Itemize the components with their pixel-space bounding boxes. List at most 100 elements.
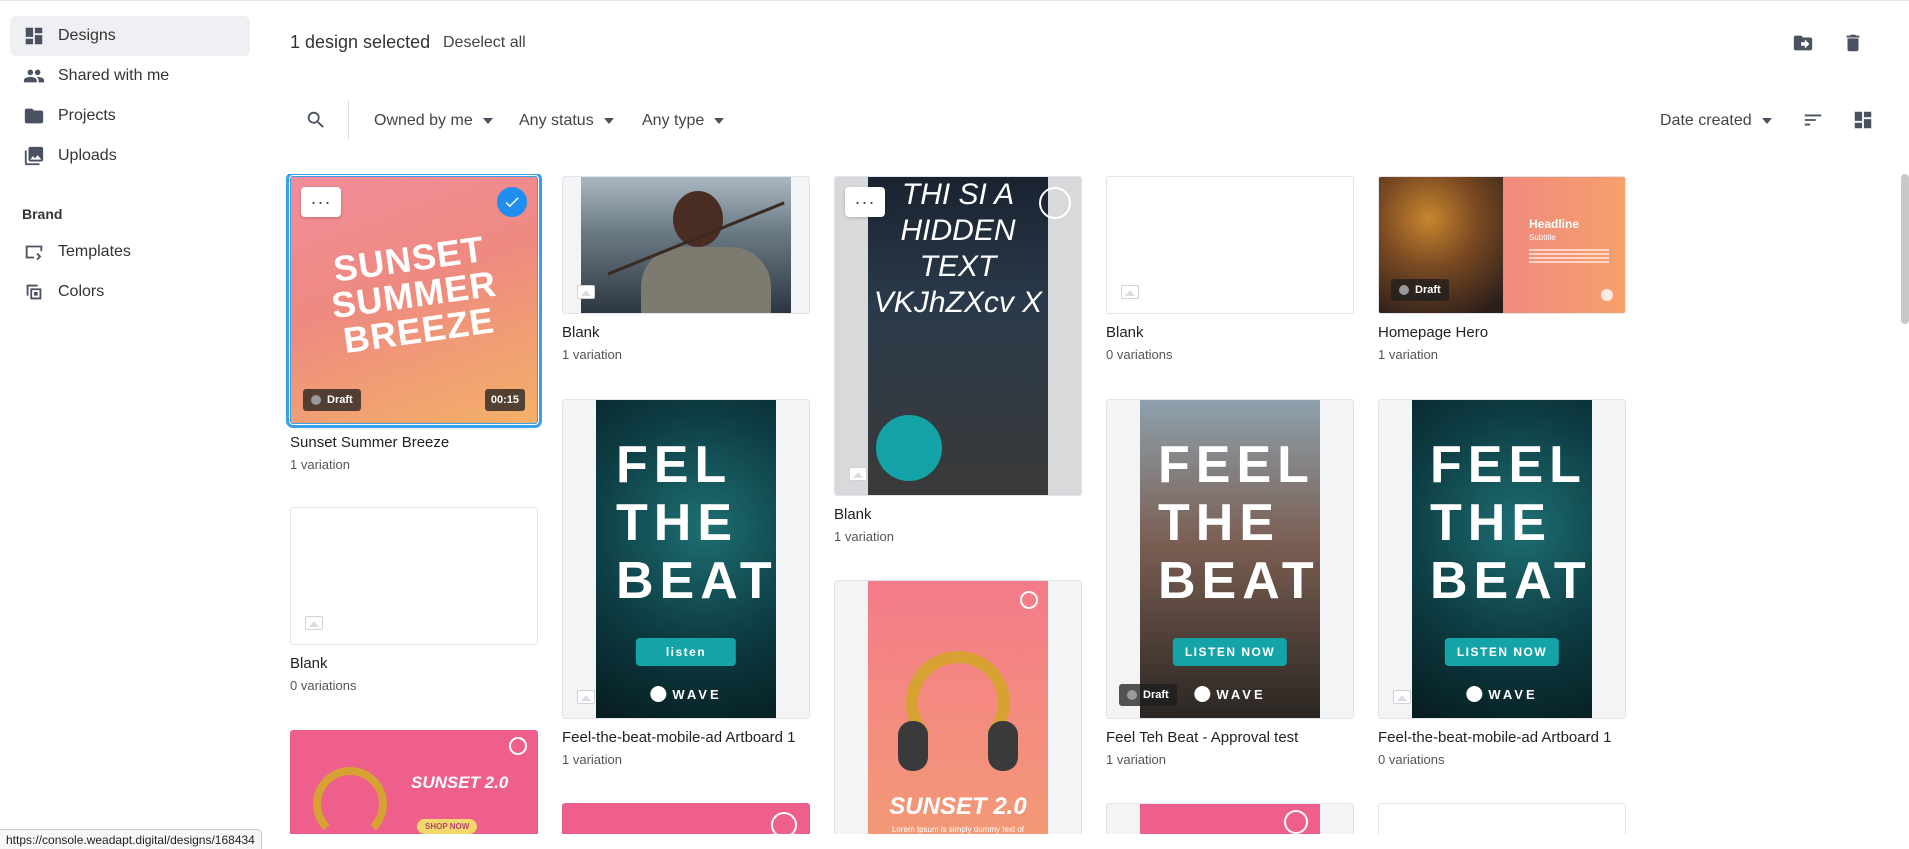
sidebar-item-uploads[interactable]: Uploads xyxy=(10,136,250,176)
grid-view-icon[interactable] xyxy=(1850,107,1876,133)
pink-poster xyxy=(1140,804,1320,834)
design-card[interactable]: Blank 1 variation xyxy=(562,176,810,362)
sidebar-item-label: Designs xyxy=(58,27,116,44)
template-icon xyxy=(22,240,46,264)
filter-divider xyxy=(348,100,349,140)
design-title[interactable]: Feel-the-beat-mobile-ad Artboard 1 xyxy=(1378,729,1626,746)
person-body-shape xyxy=(641,247,771,313)
design-card[interactable]: Headline Subtitle Draft Homepage Hero 1 … xyxy=(1378,176,1626,362)
sidebar-item-label: Templates xyxy=(58,243,131,260)
sidebar-item-label: Shared with me xyxy=(58,67,170,84)
owner-filter-dropdown[interactable]: Owned by me xyxy=(374,108,493,134)
design-card[interactable]: SUNSET SUMMER BREEZE ··· Draft 00:15 Sun… xyxy=(286,174,542,472)
design-title[interactable]: Blank xyxy=(1106,324,1354,341)
design-card[interactable] xyxy=(1378,803,1626,834)
move-to-folder-icon[interactable] xyxy=(1790,30,1816,56)
selection-count: 1 design selected xyxy=(290,32,431,52)
design-thumbnail[interactable]: SUNSET SUMMER BREEZE ··· Draft 00:15 xyxy=(286,174,542,428)
hero-subtitle: Subtitle xyxy=(1529,233,1556,242)
design-card[interactable]: FEEL THE BEAT LISTEN NOW WAVE Draft Feel… xyxy=(1106,399,1354,767)
thumbnail-small-text: Lorem Ipsum is simply dummy text of the … xyxy=(891,825,1025,834)
design-title[interactable]: Blank xyxy=(834,506,1082,523)
design-thumbnail[interactable] xyxy=(1106,176,1354,314)
design-variations: 1 variation xyxy=(834,529,894,544)
palette-icon xyxy=(22,280,46,304)
caret-down-icon xyxy=(714,118,725,124)
image-placeholder-icon xyxy=(577,285,595,299)
design-thumbnail[interactable] xyxy=(1378,803,1626,834)
poster-headline: FEEL THE BEAT xyxy=(1430,436,1592,610)
design-card[interactable]: FEEL THE BEAT LISTEN NOW WAVE Feel-the-b… xyxy=(1378,399,1626,767)
design-card[interactable]: Blank 0 variations xyxy=(290,507,538,693)
poster-listen-button: LISTEN NOW xyxy=(1444,638,1560,666)
design-thumbnail[interactable] xyxy=(562,176,810,314)
design-title[interactable]: Homepage Hero xyxy=(1378,324,1626,341)
design-card[interactable] xyxy=(562,803,810,834)
status-url: https://console.weadapt.digital/designs/… xyxy=(0,829,262,849)
design-card[interactable]: FEL THE BEAT listen WAVE Feel-the-beat-m… xyxy=(562,399,810,767)
image-placeholder-icon xyxy=(305,616,323,630)
design-variations: 1 variation xyxy=(1378,347,1438,362)
brand-section-label: Brand xyxy=(22,206,63,222)
caret-down-icon xyxy=(1761,118,1772,124)
design-title[interactable]: Sunset Summer Breeze xyxy=(290,434,538,451)
beat-poster: FEEL THE BEAT LISTEN NOW WAVE xyxy=(1412,400,1592,718)
delete-icon[interactable] xyxy=(1840,30,1866,56)
design-card[interactable]: Blank 0 variations xyxy=(1106,176,1354,362)
poster-listen-button: listen xyxy=(635,638,737,666)
sidebar-item-projects[interactable]: Projects xyxy=(10,96,250,136)
design-thumbnail[interactable]: FEEL THE BEAT LISTEN NOW WAVE xyxy=(1378,399,1626,719)
sidebar-item-label: Colors xyxy=(58,283,105,300)
main-content: 1 design selected Deselect all Owned by … xyxy=(260,0,1909,849)
design-card[interactable]: SUNSET 2.0 Lorem Ipsum is simply dummy t… xyxy=(834,580,1082,834)
design-thumbnail[interactable]: SUNSET 2.0 Lorem Ipsum is simply dummy t… xyxy=(834,580,1082,834)
status-filter-dropdown[interactable]: Any status xyxy=(519,108,614,134)
sunset-poster: SUNSET 2.0 Lorem Ipsum is simply dummy t… xyxy=(868,581,1048,834)
sidebar-item-templates[interactable]: Templates xyxy=(10,232,250,272)
type-filter-dropdown[interactable]: Any type xyxy=(642,108,725,134)
sort-order-icon[interactable] xyxy=(1800,107,1826,133)
design-thumbnail[interactable]: FEL THE BEAT listen WAVE xyxy=(562,399,810,719)
design-variations: 0 variations xyxy=(1106,347,1173,362)
brand-logo-icon xyxy=(1601,289,1613,301)
headphones-graphic xyxy=(313,767,387,834)
ear-cup-left-shape xyxy=(898,721,928,771)
design-thumbnail[interactable]: FEEL THE BEAT LISTEN NOW WAVE Draft xyxy=(1106,399,1354,719)
more-options-button[interactable]: ··· xyxy=(845,187,885,217)
design-title[interactable]: Blank xyxy=(290,655,538,672)
sidebar: Designs Shared with me Projects Uploads … xyxy=(0,0,260,849)
design-thumbnail[interactable]: Headline Subtitle Draft xyxy=(1378,176,1626,314)
poster-headline: FEL THE BEAT xyxy=(616,436,776,610)
select-checkbox[interactable] xyxy=(1039,187,1071,219)
design-variations: 1 variation xyxy=(290,457,350,472)
design-thumbnail[interactable]: THI SI A HIDDEN TEXT VKJhZXcv X ··· xyxy=(834,176,1082,496)
design-card[interactable]: SUNSET 2.0 SHOP NOW xyxy=(290,730,538,834)
deselect-all-button[interactable]: Deselect all xyxy=(443,34,526,52)
sidebar-item-shared[interactable]: Shared with me xyxy=(10,56,250,96)
design-thumbnail[interactable] xyxy=(1106,803,1354,834)
hidden-text: THI SI A HIDDEN TEXT VKJhZXcv X xyxy=(873,178,1043,319)
design-title[interactable]: Feel-the-beat-mobile-ad Artboard 1 xyxy=(562,729,810,746)
poster-brand: WAVE xyxy=(650,686,721,702)
design-thumbnail[interactable]: SUNSET 2.0 SHOP NOW xyxy=(290,730,538,834)
wave-logo-icon xyxy=(1466,686,1483,702)
design-card[interactable]: THI SI A HIDDEN TEXT VKJhZXcv X ··· Blan… xyxy=(834,176,1082,544)
sidebar-item-designs[interactable]: Designs xyxy=(10,16,250,56)
sidebar-item-colors[interactable]: Colors xyxy=(10,272,250,312)
photo-library-icon xyxy=(22,144,46,168)
selected-check-icon[interactable] xyxy=(497,187,527,217)
design-thumbnail[interactable] xyxy=(290,507,538,645)
ear-cup-right-shape xyxy=(988,721,1018,771)
design-title[interactable]: Feel Teh Beat - Approval test xyxy=(1106,729,1354,746)
street-photo: THI SI A HIDDEN TEXT VKJhZXcv X xyxy=(868,177,1048,495)
search-icon[interactable] xyxy=(302,106,330,134)
design-card[interactable] xyxy=(1106,803,1354,834)
design-thumbnail[interactable] xyxy=(562,803,810,834)
design-title[interactable]: Blank xyxy=(562,324,810,341)
thumbnail-text: SUNSET SUMMER BREEZE xyxy=(328,227,499,362)
scrollbar[interactable] xyxy=(1901,174,1909,324)
more-options-button[interactable]: ··· xyxy=(301,187,341,217)
status-badge: Draft xyxy=(1119,684,1177,706)
design-variations: 1 variation xyxy=(562,347,622,362)
sort-dropdown[interactable]: Date created xyxy=(1660,108,1772,134)
